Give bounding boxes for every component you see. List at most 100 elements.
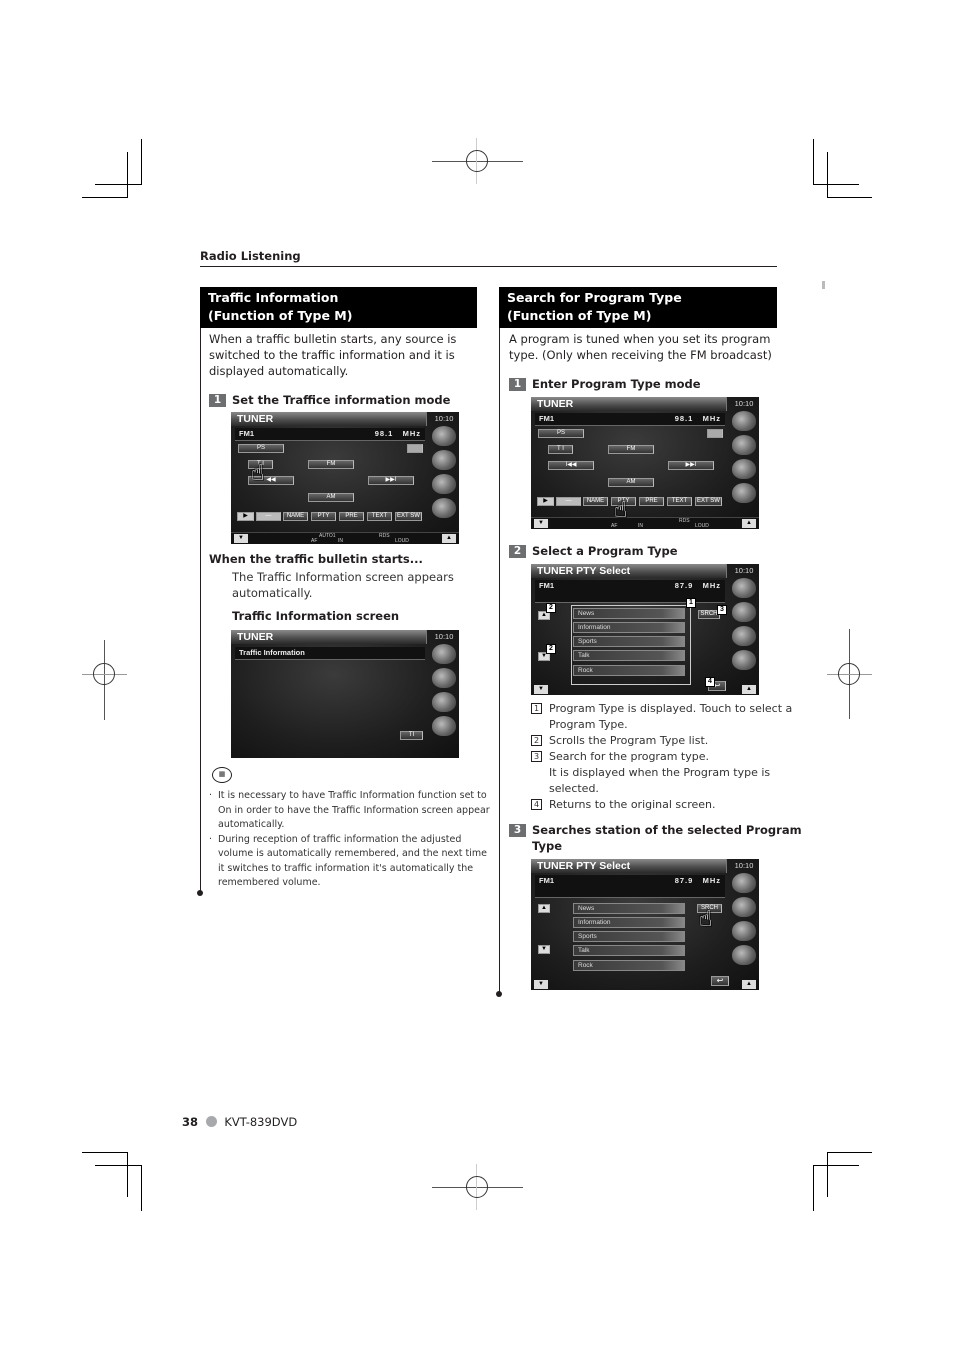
am-button[interactable]: AM (308, 493, 354, 502)
media-icon[interactable] (732, 897, 756, 917)
left-column-rule (200, 328, 201, 894)
volume-down-button[interactable]: ▼ (534, 519, 548, 528)
screen-title: TUNER PTY Select (531, 859, 727, 873)
name-button[interactable]: NAME (583, 497, 608, 506)
screen-title: TUNER (531, 397, 727, 411)
volume-up-button[interactable]: ▲ (742, 519, 756, 528)
seek-forward-button[interactable]: ▶▶I (668, 461, 714, 470)
scroll-down-button[interactable]: ▼ (538, 945, 550, 954)
return-button[interactable]: ↩ (711, 976, 729, 986)
traffic-banner: Traffic Information (235, 647, 425, 660)
am-button[interactable]: AM (608, 478, 654, 487)
menu-icon[interactable] (432, 426, 456, 446)
traffic-info-intro: When a traffic bulletin starts, any sour… (209, 332, 457, 378)
pty-search-screen: TUNER PTY Select 10:10 FM1 87.9 MHz ▲ ▼ … (531, 859, 759, 990)
ext-sw-button[interactable]: EXT SW (695, 497, 722, 506)
menu-icon[interactable] (432, 644, 456, 664)
pty-item-talk[interactable]: Talk (573, 945, 685, 956)
speaker-icon[interactable] (732, 921, 756, 941)
menu-icon[interactable] (732, 411, 756, 431)
pre-button[interactable]: PRE (339, 512, 364, 521)
media-icon[interactable] (432, 668, 456, 688)
volume-up-button[interactable]: ▲ (742, 685, 756, 694)
legend-item: 4 Returns to the original screen. (531, 797, 792, 813)
fm-button[interactable]: FM (308, 460, 354, 469)
page-number: 38 (182, 1115, 199, 1129)
when-bulletin-heading: When the traffic bulletin starts... (209, 552, 423, 566)
fm-button[interactable]: FM (608, 445, 654, 454)
right-step-1: 1 Enter Program Type mode (509, 376, 701, 392)
tuner-screen-ti-mode: TUNER 10:10 FM1 98.1 MHz PS T I FM ◀◀ ▶▶… (231, 412, 459, 544)
screen-title: TUNER (231, 412, 427, 426)
satellite-icon[interactable] (732, 483, 756, 503)
right-column-end-dot (496, 991, 502, 997)
name-button[interactable]: NAME (283, 512, 308, 521)
play-button[interactable]: ▶ (537, 497, 554, 506)
touch-hand-icon: ☝ (614, 498, 628, 523)
speaker-icon[interactable] (732, 459, 756, 479)
ext-sw-button[interactable]: EXT SW (395, 512, 422, 521)
ps-button[interactable]: PS (238, 444, 284, 453)
scroll-up-button[interactable]: ▲ (538, 904, 550, 913)
volume-up-button[interactable]: ▲ (442, 534, 456, 543)
ti-button[interactable]: T I (548, 445, 573, 454)
menu-icon[interactable] (732, 873, 756, 893)
footer-dot-icon (205, 1116, 217, 1127)
callout-4: 4 (705, 677, 715, 687)
media-icon[interactable] (432, 450, 456, 470)
media-icon[interactable] (732, 435, 756, 455)
volume-up-button[interactable]: ▲ (742, 980, 756, 989)
traffic-information-screen: TUNER 10:10 Traffic Information TI (231, 630, 459, 758)
pty-item-rock[interactable]: Rock (573, 665, 685, 676)
volume-down-button[interactable]: ▼ (534, 685, 548, 694)
satellite-icon[interactable] (732, 650, 756, 670)
pty-item-sports[interactable]: Sports (573, 931, 685, 942)
right-column-rule (499, 287, 500, 994)
callout-1: 1 (686, 598, 696, 608)
when-bulletin-text: The Traffic Information screen appears au… (232, 570, 454, 600)
satellite-icon[interactable] (732, 945, 756, 965)
volume-down-button[interactable]: ▼ (534, 980, 548, 989)
left-column-end-dot (197, 890, 203, 896)
pre-button[interactable]: PRE (639, 497, 664, 506)
pty-item-news[interactable]: News (573, 903, 685, 914)
text-button[interactable]: TEXT (367, 512, 392, 521)
speaker-icon[interactable] (732, 626, 756, 646)
preset-button[interactable] (407, 444, 423, 453)
pty-item-sports[interactable]: Sports (573, 636, 685, 647)
dash-button[interactable]: — (556, 497, 581, 506)
dash-button[interactable]: — (256, 512, 281, 521)
program-type-heading: Search for Program Type (Function of Typ… (499, 287, 777, 328)
screen-clock: 10:10 (734, 861, 754, 870)
satellite-icon[interactable] (432, 716, 456, 736)
ti-button[interactable]: TI (400, 731, 423, 740)
pty-item-rock[interactable]: Rock (573, 960, 685, 971)
frequency-bar: FM1 87.9 MHz (535, 580, 725, 603)
pty-item-information[interactable]: Information (573, 917, 685, 928)
speaker-icon[interactable] (432, 474, 456, 494)
pty-item-talk[interactable]: Talk (573, 650, 685, 661)
screen-clock: 10:10 (434, 632, 454, 641)
seek-back-button[interactable]: I◀◀ (548, 461, 594, 470)
right-step-2: 2 Select a Program Type (509, 543, 678, 559)
menu-icon[interactable] (732, 578, 756, 598)
text-button[interactable]: TEXT (667, 497, 692, 506)
play-button[interactable]: ▶ (237, 512, 254, 521)
preset-button[interactable] (707, 429, 723, 438)
screen-clock: 10:10 (434, 414, 454, 423)
satellite-icon[interactable] (432, 498, 456, 518)
legend-item: 2 Scrolls the Program Type list. (531, 733, 792, 749)
pty-item-information[interactable]: Information (573, 622, 685, 633)
speaker-icon[interactable] (432, 692, 456, 712)
frequency-bar: FM1 98.1 MHz (535, 413, 725, 426)
callout-2-down: 2 (546, 644, 556, 654)
volume-down-button[interactable]: ▼ (234, 534, 248, 543)
pty-button[interactable]: PTY (311, 512, 336, 521)
status-bar: ▼ AF IN RDS LOUD ▲ (531, 517, 759, 529)
pty-item-news[interactable]: News (573, 608, 685, 619)
left-step-1: 1 Set the Traffice information mode (209, 392, 450, 408)
seek-forward-button[interactable]: ▶▶I (368, 476, 414, 485)
ps-button[interactable]: PS (538, 429, 584, 438)
media-icon[interactable] (732, 602, 756, 622)
callout-legend: 1 Program Type is displayed. Touch to se… (531, 701, 792, 813)
